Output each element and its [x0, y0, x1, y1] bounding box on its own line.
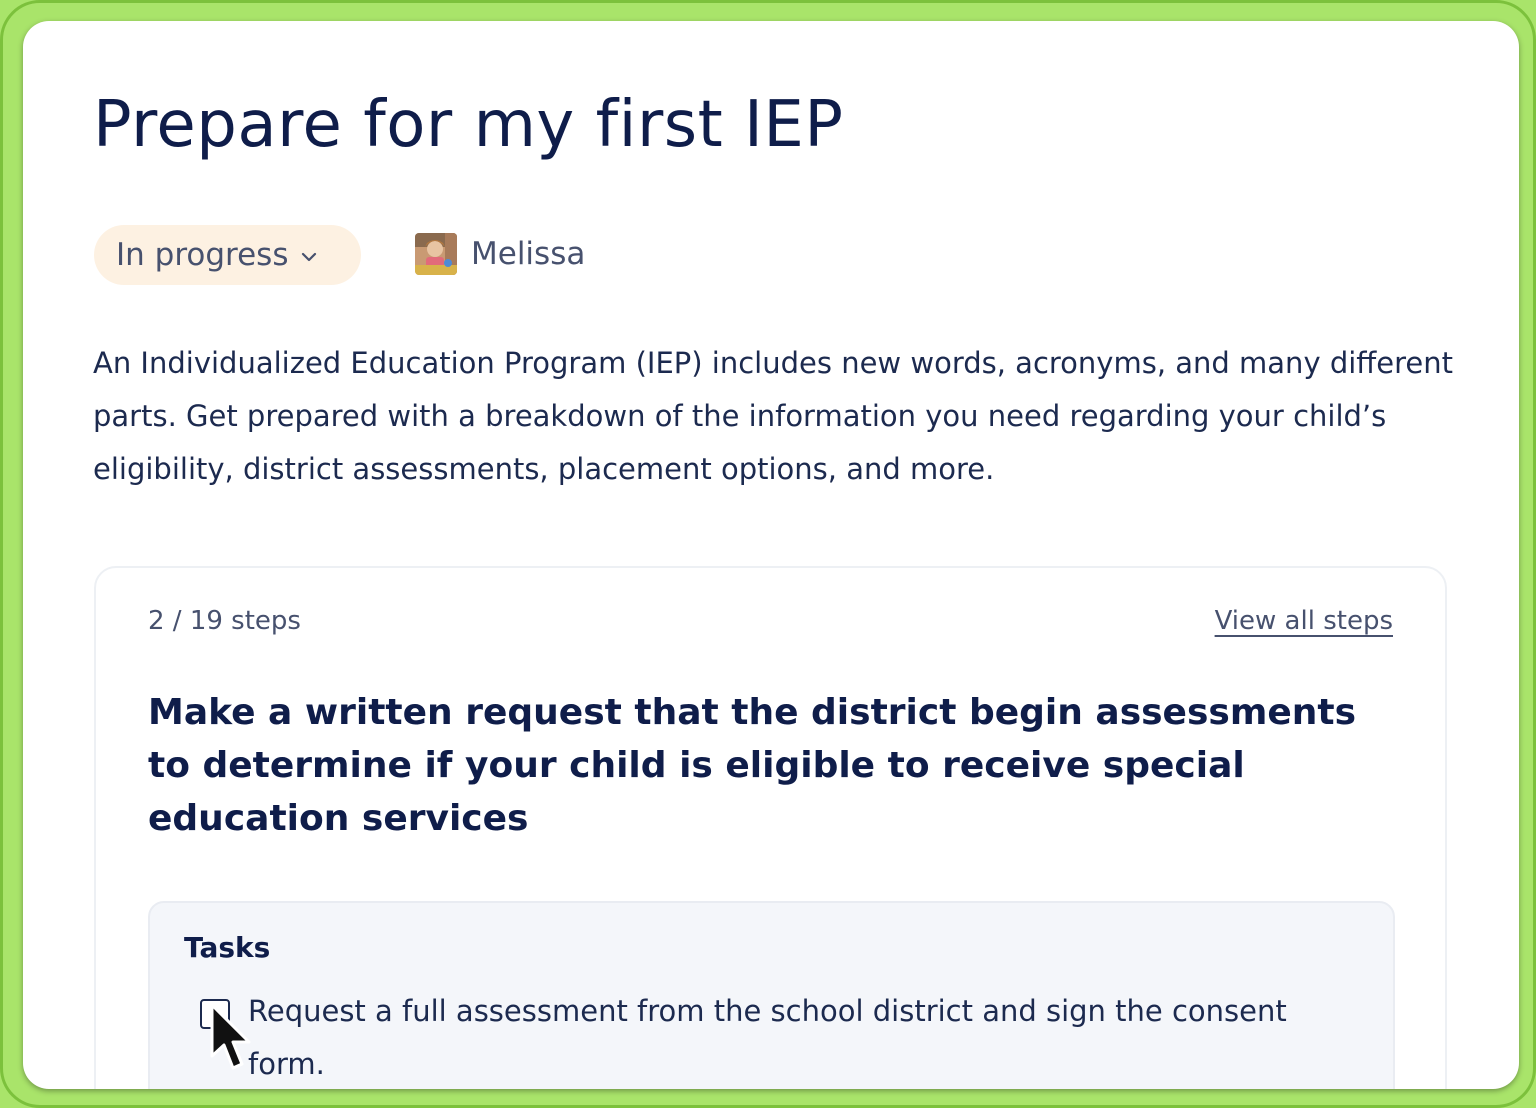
goal-detail-panel: Prepare for my first IEP In progress Mel…	[23, 21, 1519, 1089]
view-all-steps-link[interactable]: View all steps	[1215, 606, 1393, 636]
step-title: Make a written request that the district…	[148, 692, 1357, 839]
chevron-down-icon	[300, 248, 318, 266]
step-progress: 2 / 19 steps	[148, 606, 301, 636]
tasks-heading: Tasks	[184, 931, 271, 964]
task-checkbox[interactable]	[200, 999, 230, 1029]
tasks-section: Tasks Request a full assessment from the…	[148, 901, 1395, 1089]
screenshot-frame: Prepare for my first IEP In progress Mel…	[0, 0, 1536, 1108]
owner-name: Melissa	[471, 236, 586, 272]
owner-info: Melissa	[415, 233, 585, 275]
task-item: Request a full assessment from the schoo…	[200, 993, 1350, 1089]
status-label: In progress	[116, 237, 289, 273]
task-label: Request a full assessment from the schoo…	[248, 994, 1287, 1081]
child-photo-avatar	[415, 233, 457, 275]
page-title: Prepare for my first IEP	[93, 88, 844, 162]
current-step-card: 2 / 19 steps View all steps Make a writt…	[94, 566, 1447, 1089]
goal-description: An Individualized Education Program (IEP…	[93, 346, 1453, 486]
status-dropdown[interactable]: In progress	[94, 225, 361, 285]
